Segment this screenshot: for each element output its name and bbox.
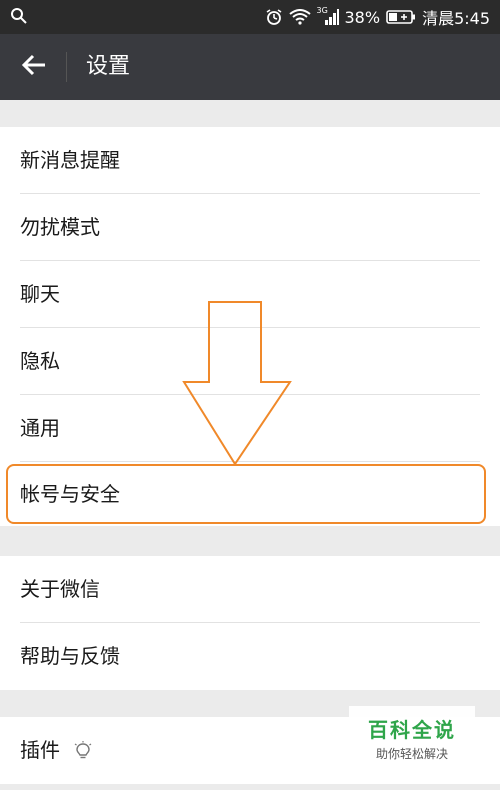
settings-item-label: 聊天 (20, 282, 60, 306)
settings-item-label: 帐号与安全 (20, 482, 120, 506)
settings-item-about-wechat[interactable]: 关于微信 (0, 556, 500, 623)
title-divider (66, 52, 67, 82)
page-title: 设置 (86, 54, 131, 79)
settings-item-label: 隐私 (20, 349, 60, 373)
settings-item-new-message-alerts[interactable]: 新消息提醒 (0, 127, 500, 194)
settings-item-label: 通用 (20, 416, 60, 440)
watermark-title: 百科全说 (368, 718, 456, 742)
settings-item-general[interactable]: 通用 (0, 395, 500, 462)
settings-item-label: 帮助与反馈 (20, 644, 120, 668)
settings-item-account-security[interactable]: 帐号与安全 (0, 462, 500, 526)
battery-percent: 38% (344, 7, 381, 27)
settings-item-do-not-disturb[interactable]: 勿扰模式 (0, 194, 500, 261)
settings-item-help-feedback[interactable]: 帮助与反馈 (0, 623, 500, 690)
clock: 清晨5:45 (422, 9, 490, 28)
settings-item-label: 勿扰模式 (20, 215, 100, 239)
settings-item-label: 关于微信 (20, 577, 100, 601)
settings-item-label: 新消息提醒 (20, 148, 120, 172)
bulb-icon (74, 741, 92, 761)
settings-group-about: 关于微信 帮助与反馈 (0, 556, 500, 690)
watermark: 百科全说 助你轻松解决 (349, 706, 475, 768)
settings-group-main: 新消息提醒 勿扰模式 聊天 隐私 通用 帐号与安全 (0, 127, 500, 526)
app-bar: 设置 (0, 34, 500, 100)
settings-item-chat[interactable]: 聊天 (0, 261, 500, 328)
back-button[interactable] (14, 50, 54, 84)
status-bar: 3G 38% 清晨5:45 (0, 0, 500, 34)
battery-icon (386, 9, 416, 25)
alarm-icon (265, 8, 283, 26)
wifi-icon (288, 9, 311, 25)
back-arrow-icon (21, 54, 47, 80)
search-icon (10, 7, 30, 27)
settings-item-label: 插件 (20, 738, 60, 762)
watermark-subtitle: 助你轻松解决 (375, 747, 448, 761)
network-tag: 3G (316, 6, 328, 15)
signal-icon: 3G (316, 6, 339, 26)
settings-item-privacy[interactable]: 隐私 (0, 328, 500, 395)
